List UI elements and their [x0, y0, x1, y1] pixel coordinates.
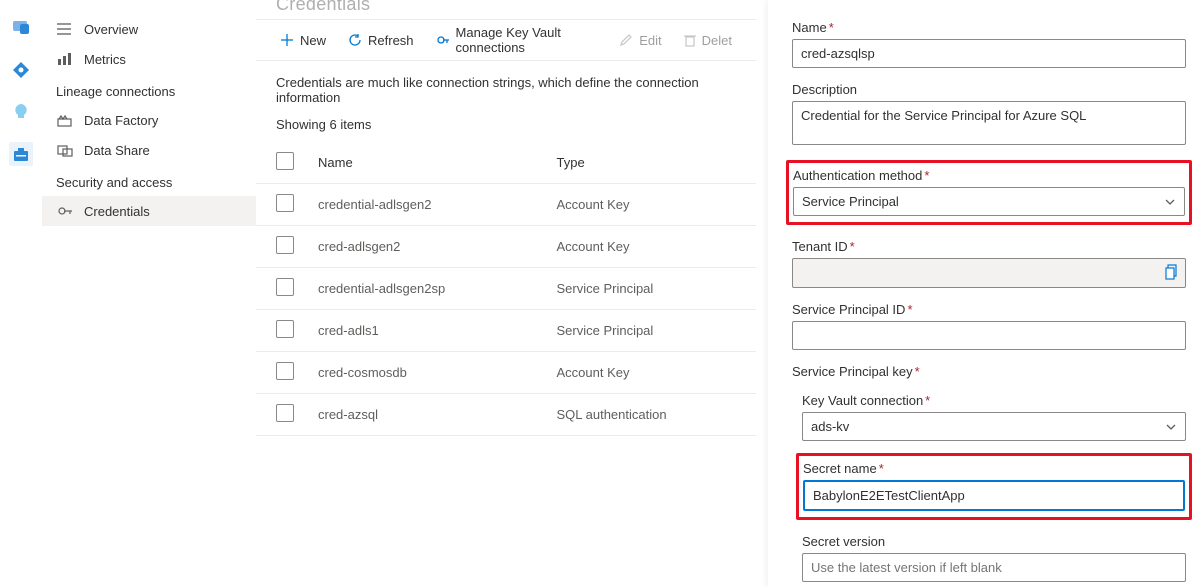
kv-connection-select[interactable]: ads-kv	[802, 412, 1186, 441]
sidebar-item-credentials[interactable]: Credentials	[42, 196, 256, 226]
table-row[interactable]: cred-cosmosdbAccount Key	[256, 352, 756, 394]
sp-key-label: Service Principal key*	[792, 364, 1186, 379]
main-content: Credentials New Refresh Manage Key Vault…	[256, 0, 756, 587]
description-text: Credentials are much like connection str…	[256, 61, 756, 113]
sidebar-item-metrics[interactable]: Metrics	[42, 44, 256, 74]
row-name[interactable]: credential-adlsgen2	[306, 184, 544, 226]
credential-panel: Name* Description Authentication method*…	[768, 0, 1200, 587]
sidebar-item-overview[interactable]: Overview	[42, 14, 256, 44]
share-icon	[56, 142, 74, 158]
sidebar-heading-security: Security and access	[42, 165, 256, 196]
toolbar: New Refresh Manage Key Vault connections…	[256, 19, 756, 61]
checkbox-icon[interactable]	[276, 194, 294, 212]
delete-icon	[684, 33, 696, 47]
manage-label: Manage Key Vault connections	[456, 25, 598, 55]
edit-label: Edit	[639, 33, 661, 48]
auth-method-select[interactable]: Service Principal	[793, 187, 1185, 216]
icon-rail	[0, 0, 42, 587]
copy-icon[interactable]	[1165, 264, 1179, 280]
sidebar-item-label: Overview	[84, 22, 138, 37]
name-label: Name*	[792, 20, 1186, 35]
sidebar-item-datafactory[interactable]: Data Factory	[42, 105, 256, 135]
credentials-table: Name Type credential-adlsgen2Account Key…	[256, 142, 756, 436]
checkbox-icon	[276, 152, 294, 170]
sidebar-item-label: Metrics	[84, 52, 126, 67]
table-row[interactable]: credential-adlsgen2Account Key	[256, 184, 756, 226]
row-name[interactable]: cred-azsql	[306, 394, 544, 436]
row-type: Service Principal	[544, 268, 756, 310]
table-row[interactable]: cred-adls1Service Principal	[256, 310, 756, 352]
sidebar-item-label: Credentials	[84, 204, 150, 219]
factory-icon	[56, 112, 74, 128]
table-row[interactable]: cred-azsqlSQL authentication	[256, 394, 756, 436]
auth-method-value: Service Principal	[802, 194, 899, 209]
table-row[interactable]: cred-adlsgen2Account Key	[256, 226, 756, 268]
tenant-id-label: Tenant ID*	[792, 239, 1186, 254]
header-checkbox[interactable]	[256, 142, 306, 184]
row-name[interactable]: cred-adlsgen2	[306, 226, 544, 268]
edit-button[interactable]: Edit	[609, 27, 671, 54]
row-name[interactable]: cred-adls1	[306, 310, 544, 352]
row-type: SQL authentication	[544, 394, 756, 436]
showing-count: Showing 6 items	[256, 113, 756, 142]
checkbox-icon[interactable]	[276, 320, 294, 338]
refresh-icon	[348, 33, 362, 47]
rail-map-icon[interactable]	[9, 58, 33, 82]
secret-version-input[interactable]	[802, 553, 1186, 582]
name-input[interactable]	[792, 39, 1186, 68]
delete-button[interactable]: Delet	[674, 27, 742, 54]
chevron-down-icon	[1164, 196, 1176, 208]
secret-name-label: Secret name*	[803, 461, 1185, 476]
secret-version-label: Secret version	[802, 534, 1186, 549]
checkbox-icon[interactable]	[276, 236, 294, 254]
checkbox-icon[interactable]	[276, 362, 294, 380]
chart-icon	[56, 51, 74, 67]
chevron-down-icon	[1165, 421, 1177, 433]
row-type: Account Key	[544, 184, 756, 226]
refresh-button[interactable]: Refresh	[338, 27, 424, 54]
new-label: New	[300, 33, 326, 48]
keyvault-icon	[436, 33, 450, 47]
manage-button[interactable]: Manage Key Vault connections	[426, 19, 608, 61]
auth-method-label: Authentication method*	[793, 168, 1185, 183]
key-icon	[56, 203, 74, 219]
sidebar-heading-lineage: Lineage connections	[42, 74, 256, 105]
column-name[interactable]: Name	[306, 142, 544, 184]
secret-name-input[interactable]	[803, 480, 1185, 511]
sidebar-item-datashare[interactable]: Data Share	[42, 135, 256, 165]
list-icon	[56, 21, 74, 37]
rail-sources-icon[interactable]	[9, 16, 33, 40]
sidebar: Overview Metrics Lineage connections Dat…	[42, 0, 256, 587]
description-label: Description	[792, 82, 1186, 97]
sp-id-input[interactable]	[792, 321, 1186, 350]
edit-icon	[619, 33, 633, 47]
new-button[interactable]: New	[270, 27, 336, 54]
row-name[interactable]: credential-adlsgen2sp	[306, 268, 544, 310]
sidebar-item-label: Data Factory	[84, 113, 158, 128]
kv-connection-label: Key Vault connection*	[802, 393, 1186, 408]
column-type[interactable]: Type	[544, 142, 756, 184]
rail-management-icon[interactable]	[9, 142, 33, 166]
refresh-label: Refresh	[368, 33, 414, 48]
checkbox-icon[interactable]	[276, 404, 294, 422]
checkbox-icon[interactable]	[276, 278, 294, 296]
row-type: Account Key	[544, 352, 756, 394]
plus-icon	[280, 33, 294, 47]
tenant-id-field	[792, 258, 1186, 288]
description-input[interactable]	[792, 101, 1186, 145]
table-row[interactable]: credential-adlsgen2spService Principal	[256, 268, 756, 310]
row-type: Service Principal	[544, 310, 756, 352]
row-type: Account Key	[544, 226, 756, 268]
page-title: Credentials	[256, 0, 756, 19]
rail-insights-icon[interactable]	[9, 100, 33, 124]
delete-label: Delet	[702, 33, 732, 48]
row-name[interactable]: cred-cosmosdb	[306, 352, 544, 394]
sidebar-item-label: Data Share	[84, 143, 150, 158]
sp-id-label: Service Principal ID*	[792, 302, 1186, 317]
kv-connection-value: ads-kv	[811, 419, 849, 434]
